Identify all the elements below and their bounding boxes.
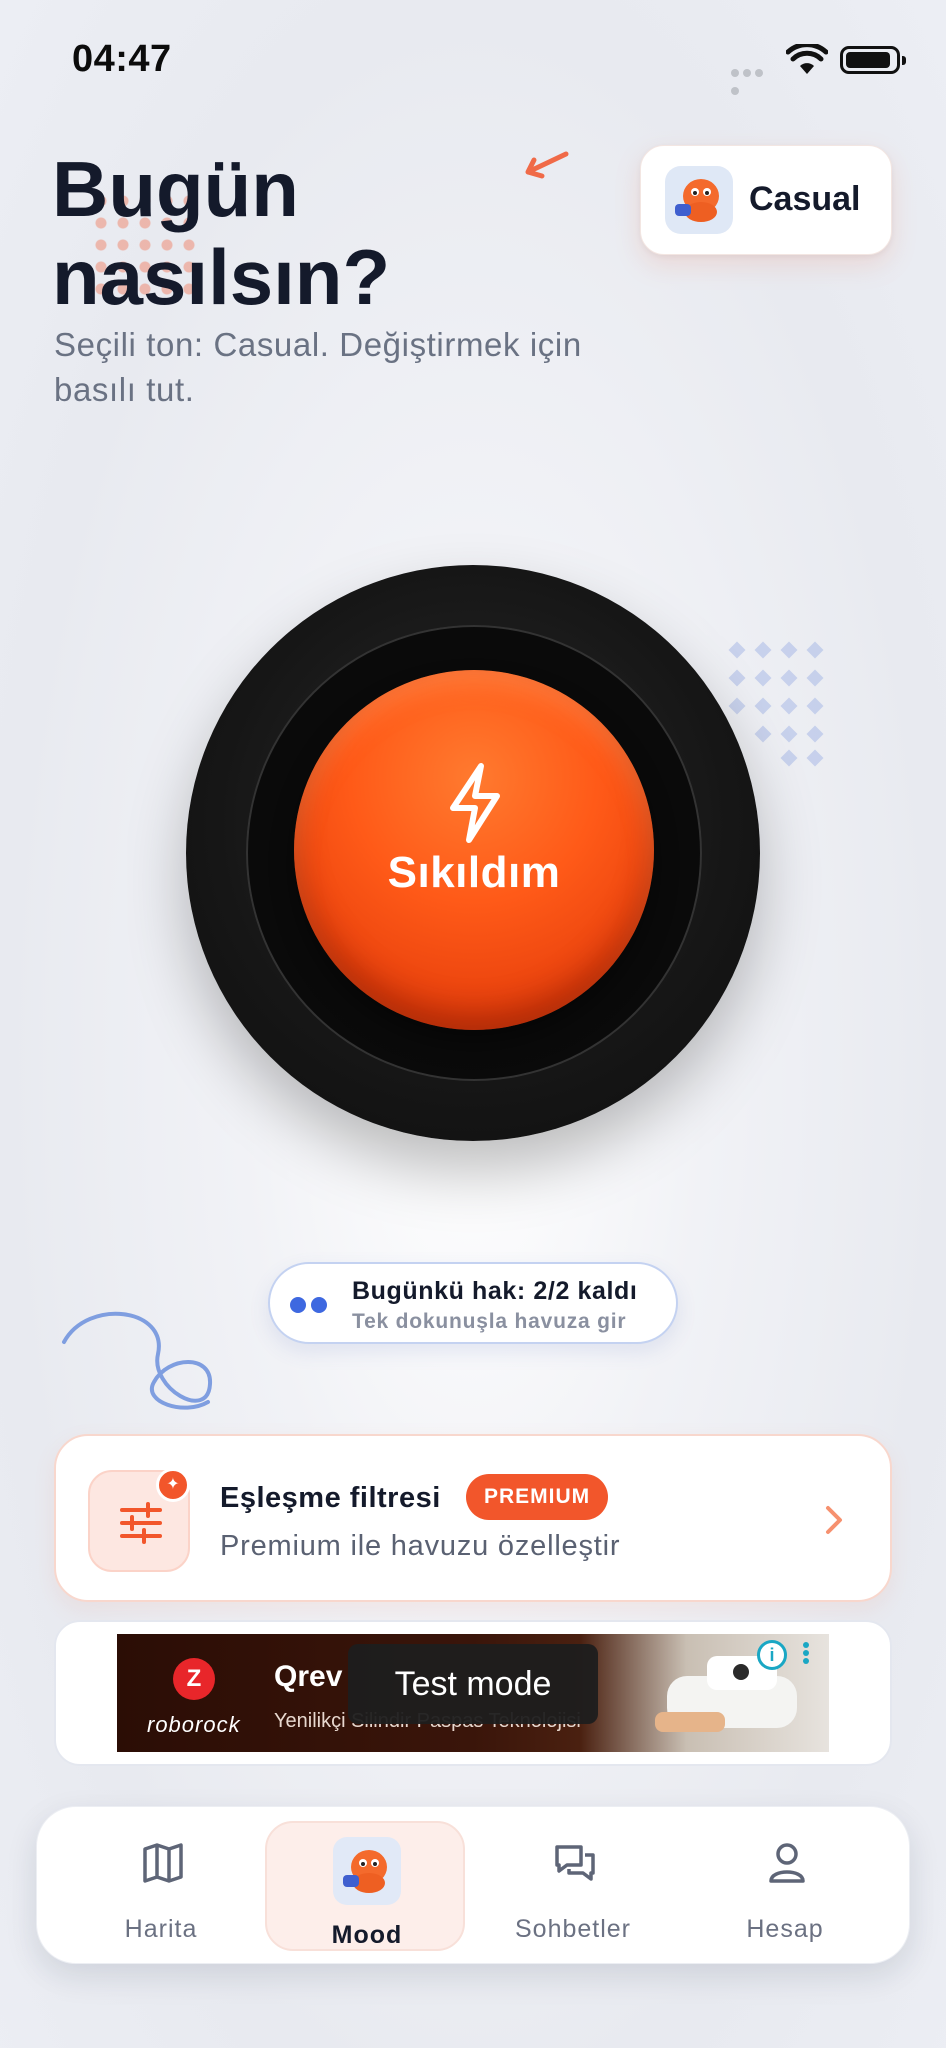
robot-vacuum-image <box>655 1656 797 1732</box>
decorative-squiggle <box>62 1311 213 1410</box>
user-icon <box>769 1843 805 1883</box>
filter-title: Eşleşme filtresi <box>220 1482 441 1514</box>
quota-dots-indicator <box>290 1297 332 1318</box>
nav-label: Hesap <box>746 1915 824 1943</box>
decorative-diamond-pattern <box>725 640 825 767</box>
status-bar: 04:47 <box>0 0 946 120</box>
status-time: 04:47 <box>72 38 172 80</box>
lightning-bolt-icon <box>450 763 500 843</box>
chevron-right-icon <box>826 1506 842 1534</box>
roborock-logo-icon: Z <box>173 1658 215 1700</box>
chat-icon <box>555 1845 595 1881</box>
bottom-nav: Harita Mood Sohbetler Hesap <box>36 1806 910 1964</box>
nav-item-hesap[interactable]: Hesap <box>685 1821 885 1951</box>
nav-item-mood[interactable]: Mood <box>265 1821 465 1951</box>
battery-icon <box>840 46 906 74</box>
mascot-avatar <box>333 1837 401 1905</box>
quota-subtitle: Tek dokunuşla havuza gir <box>352 1310 627 1333</box>
cellular-signal-icon <box>731 64 777 95</box>
mascot-avatar <box>665 166 733 234</box>
tone-label: Casual <box>749 180 861 218</box>
bored-button-label: Sıkıldım <box>387 848 561 897</box>
test-mode-label: Test mode <box>348 1644 598 1724</box>
nav-label: Mood <box>331 1921 403 1949</box>
map-icon <box>143 1843 183 1883</box>
nav-item-harita[interactable]: Harita <box>61 1821 261 1951</box>
sparkle-icon: ✦ <box>156 1468 190 1502</box>
nav-label: Sohbetler <box>514 1915 632 1943</box>
page-subtitle: Seçili ton: Casual. Değiştirmek için bas… <box>54 326 582 408</box>
page-title: Bugün nasılsın? <box>52 145 391 321</box>
nav-item-sohbetler[interactable]: Sohbetler <box>473 1821 673 1951</box>
ad-headline: Qrev <box>274 1660 343 1693</box>
ad-brand: roborock <box>147 1712 241 1737</box>
quota-pill[interactable]: Bugünkü hak: 2/2 kaldı Tek dokunuşla hav… <box>268 1262 678 1344</box>
filter-subtitle: Premium ile havuzu özelleştir <box>220 1530 621 1562</box>
wifi-icon <box>786 44 828 74</box>
quota-title: Bugünkü hak: 2/2 kaldı <box>352 1277 638 1305</box>
tone-selector-chip[interactable]: Casual <box>640 145 892 255</box>
match-filter-card[interactable]: ✦ Eşleşme filtresi PREMIUM Premium ile h… <box>54 1434 892 1602</box>
sliders-icon <box>120 1502 162 1544</box>
premium-badge: PREMIUM <box>466 1474 609 1520</box>
ad-info-icon[interactable]: i <box>757 1640 787 1670</box>
nav-label: Harita <box>124 1915 198 1943</box>
bored-button[interactable]: Sıkıldım <box>294 670 654 1030</box>
ad-more-icon[interactable] <box>799 1640 813 1670</box>
